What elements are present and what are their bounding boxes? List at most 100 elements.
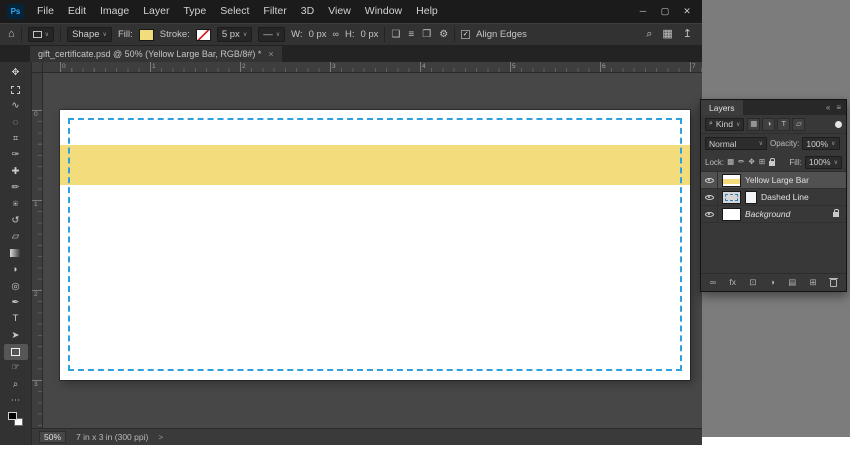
layer-thumbnail[interactable] [722,173,741,187]
layers-tab[interactable]: Layers [701,100,743,115]
rectangular-marquee-tool[interactable] [4,81,28,97]
ruler-origin-corner[interactable] [32,62,43,73]
type-tool[interactable]: T [4,311,28,327]
close-button[interactable]: ✕ [676,0,698,23]
filter-adjustment-layers-icon[interactable]: ◑ [762,117,776,131]
rectangle-tool[interactable] [3,343,28,361]
link-layers-icon[interactable]: ∞ [710,278,716,287]
eyedropper-tool[interactable]: ✑ [4,147,28,163]
fill-field[interactable]: 100% ∨ [804,155,842,169]
lasso-tool[interactable]: ∿ [4,98,28,114]
crop-tool[interactable]: ⌗ [4,131,28,147]
tool-mode-select[interactable]: Shape ∨ [67,27,112,42]
gradient-tool[interactable] [4,245,28,261]
menu-item-edit[interactable]: Edit [61,0,93,23]
history-brush-tool[interactable]: ↺ [4,213,28,229]
lock-transparent-pixels-icon[interactable]: ▩ [727,158,734,166]
visibility-toggle[interactable] [701,189,718,205]
minimize-button[interactable]: ─ [632,0,654,23]
options-right-icons: ⌕ ▦ ↥ [646,29,692,40]
menu-item-help[interactable]: Help [409,0,445,23]
stroke-width-field[interactable]: 5 px ∨ [216,27,253,42]
foreground-background-colors[interactable] [8,412,23,427]
move-tool[interactable]: ✥ [4,65,28,81]
filter-shape-layers-icon[interactable]: ▱ [792,117,806,131]
maximize-button[interactable]: ▢ [654,0,676,23]
path-arrangement-icon[interactable]: ❐ [422,29,431,40]
width-value[interactable]: 0 px [309,29,327,40]
eraser-tool[interactable]: ▱ [4,229,28,245]
tab-close-icon[interactable]: × [268,49,273,59]
add-layer-mask-icon[interactable]: ⊡ [749,278,756,287]
home-icon[interactable]: ⌂ [8,29,15,40]
path-alignment-icon[interactable]: ≡ [408,29,414,40]
collapse-panel-icon[interactable]: « [826,103,830,112]
visibility-toggle[interactable] [701,206,718,222]
menu-item-file[interactable]: File [30,0,61,23]
add-adjustment-layer-icon[interactable]: ◑ [770,278,775,287]
layer-thumbnail[interactable] [722,190,741,204]
workspace-icon[interactable]: ▦ [662,29,672,40]
layer-row-yellow-large-bar[interactable]: Yellow Large Bar [701,172,846,189]
foreground-color-swatch[interactable] [8,412,17,421]
menu-item-3d[interactable]: 3D [294,0,321,23]
layer-style-icon[interactable]: fx [729,278,736,287]
vertical-ruler[interactable]: 0 1 2 3 [32,73,43,428]
status-options-chevron-icon[interactable]: > [158,433,163,442]
brush-tool[interactable]: ✏ [4,180,28,196]
height-value[interactable]: 0 px [360,29,378,40]
fill-swatch[interactable] [138,28,154,41]
menu-item-filter[interactable]: Filter [256,0,293,23]
layer-row-dashed-line[interactable]: Dashed Line [701,189,846,206]
edit-toolbar-button[interactable]: ⋯ [4,393,28,409]
path-selection-tool[interactable]: ➤ [4,327,28,343]
menu-item-view[interactable]: View [321,0,358,23]
filtering-toggle[interactable] [835,120,842,128]
menu-item-select[interactable]: Select [213,0,256,23]
healing-brush-tool[interactable]: ✚ [4,163,28,179]
path-operations-icon[interactable]: ❏ [391,29,400,40]
menu-item-window[interactable]: Window [358,0,409,23]
menu-item-type[interactable]: Type [176,0,213,23]
settings-gear-icon[interactable]: ⚙ [439,29,448,40]
stroke-type-select[interactable]: — ∨ [258,27,286,42]
document-canvas[interactable] [60,110,690,380]
filter-pixel-layers-icon[interactable]: ▦ [747,117,761,131]
visibility-toggle[interactable] [701,172,718,188]
lock-artboard-icon[interactable]: ⊞ [759,158,765,166]
share-icon[interactable]: ↥ [683,29,692,40]
fill-label: Fill: [789,157,802,167]
horizontal-ruler[interactable]: 0 1 2 3 4 5 6 7 [32,62,702,73]
delete-layer-icon[interactable] [828,277,838,287]
stroke-swatch[interactable] [195,28,211,41]
layer-row-background[interactable]: Background [701,206,846,223]
document-tab[interactable]: gift_certificate.psd @ 50% (Yellow Large… [30,46,282,62]
lock-all-icon[interactable] [769,158,776,166]
blend-mode-select[interactable]: Normal ∨ [705,137,767,150]
dodge-tool[interactable]: ◎ [4,278,28,294]
quick-selection-tool[interactable]: ◌ [4,114,28,130]
menu-item-image[interactable]: Image [93,0,136,23]
new-group-icon[interactable]: ▤ [788,278,796,287]
menu-item-layer[interactable]: Layer [136,0,176,23]
pen-tool[interactable]: ✒ [4,294,28,310]
layer-thumbnail[interactable] [722,207,741,221]
opacity-field[interactable]: 100% ∨ [802,137,840,150]
tool-preset-picker[interactable]: ∨ [27,27,55,42]
zoom-level-field[interactable]: 50% [39,431,67,443]
clone-stamp-tool[interactable]: ⍟ [4,196,28,212]
blur-tool[interactable]: ◗ [4,262,28,278]
filter-kind-select[interactable]: ⌕ Kind ∨ [705,117,745,131]
link-dimensions-icon[interactable]: ∞ [333,30,339,39]
lock-position-icon[interactable]: ✥ [749,158,755,166]
new-layer-icon[interactable]: ⊞ [810,278,817,287]
panel-menu-icon[interactable]: ≡ [836,103,841,112]
hand-tool[interactable]: ☞ [4,360,28,376]
layer-thumbnail[interactable] [745,190,757,204]
search-icon[interactable]: ⌕ [646,29,652,40]
align-edges-checkbox[interactable]: ✓ [461,30,471,39]
lock-image-pixels-icon[interactable]: ✏ [738,158,744,166]
filter-type-layers-icon[interactable]: T [777,117,791,131]
zoom-tool[interactable]: ⌕ [4,376,28,392]
layer-lock-icon [833,209,839,219]
